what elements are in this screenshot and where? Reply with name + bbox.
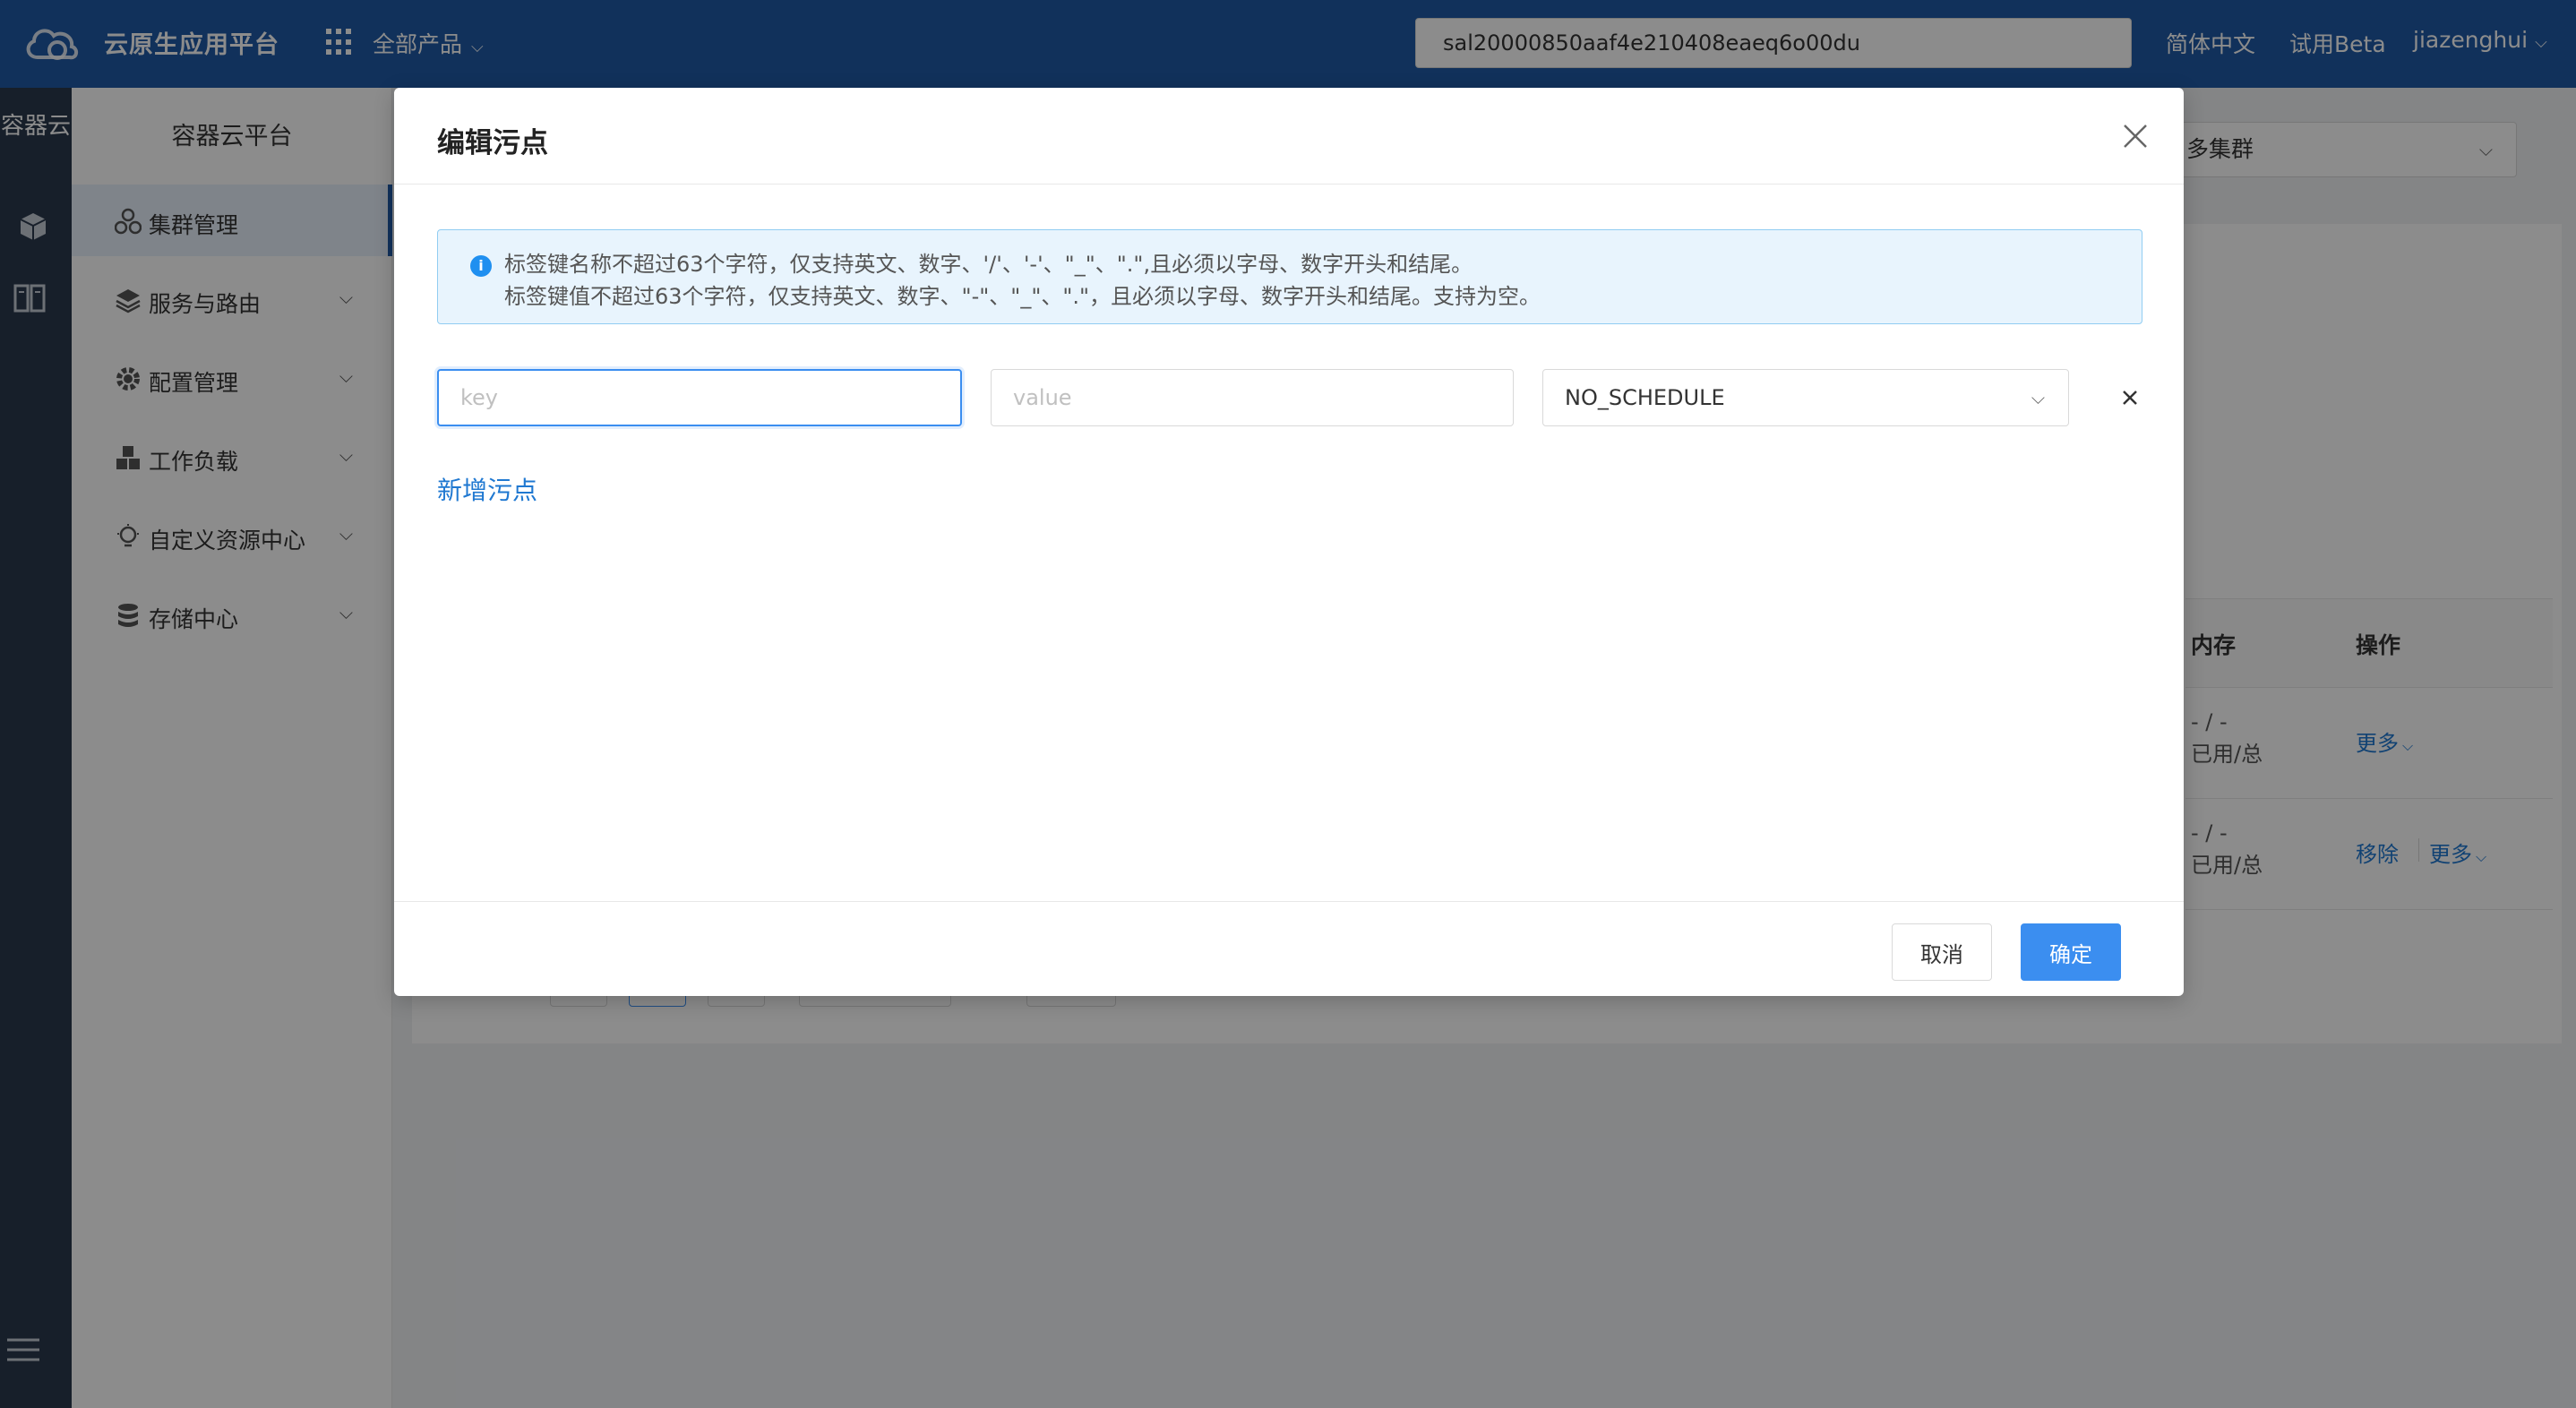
- info-icon: i: [470, 255, 492, 277]
- modal-footer: 取消 确定: [394, 901, 2184, 996]
- taint-effect-value: NO_SCHEDULE: [1565, 385, 1725, 410]
- confirm-button[interactable]: 确定: [2021, 923, 2121, 981]
- edit-taint-modal: 编辑污点 i 标签键名称不超过63个字符，仅支持英文、数字、'/'、'-'、"_…: [394, 88, 2184, 996]
- alert-line-key: 标签键名称不超过63个字符，仅支持英文、数字、'/'、'-'、"_"、".",且…: [504, 252, 1473, 277]
- taint-value-input[interactable]: [991, 369, 1514, 426]
- taint-key-input[interactable]: [437, 369, 962, 426]
- alert-line-value: 标签键值不超过63个字符，仅支持英文、数字、"-"、"_"、"."，且必须以字母…: [504, 284, 1541, 309]
- chevron-down-icon: ⌵: [2031, 387, 2045, 408]
- cancel-button[interactable]: 取消: [1892, 923, 1992, 981]
- modal-header: 编辑污点: [394, 88, 2184, 185]
- taint-effect-select[interactable]: NO_SCHEDULE ⌵: [1542, 369, 2069, 426]
- info-alert: i 标签键名称不超过63个字符，仅支持英文、数字、'/'、'-'、"_"、"."…: [437, 229, 2142, 324]
- modal-title: 编辑污点: [437, 127, 548, 159]
- add-taint-link[interactable]: 新增污点: [437, 471, 537, 507]
- remove-taint-icon[interactable]: [2117, 385, 2142, 410]
- close-icon[interactable]: [2121, 122, 2150, 150]
